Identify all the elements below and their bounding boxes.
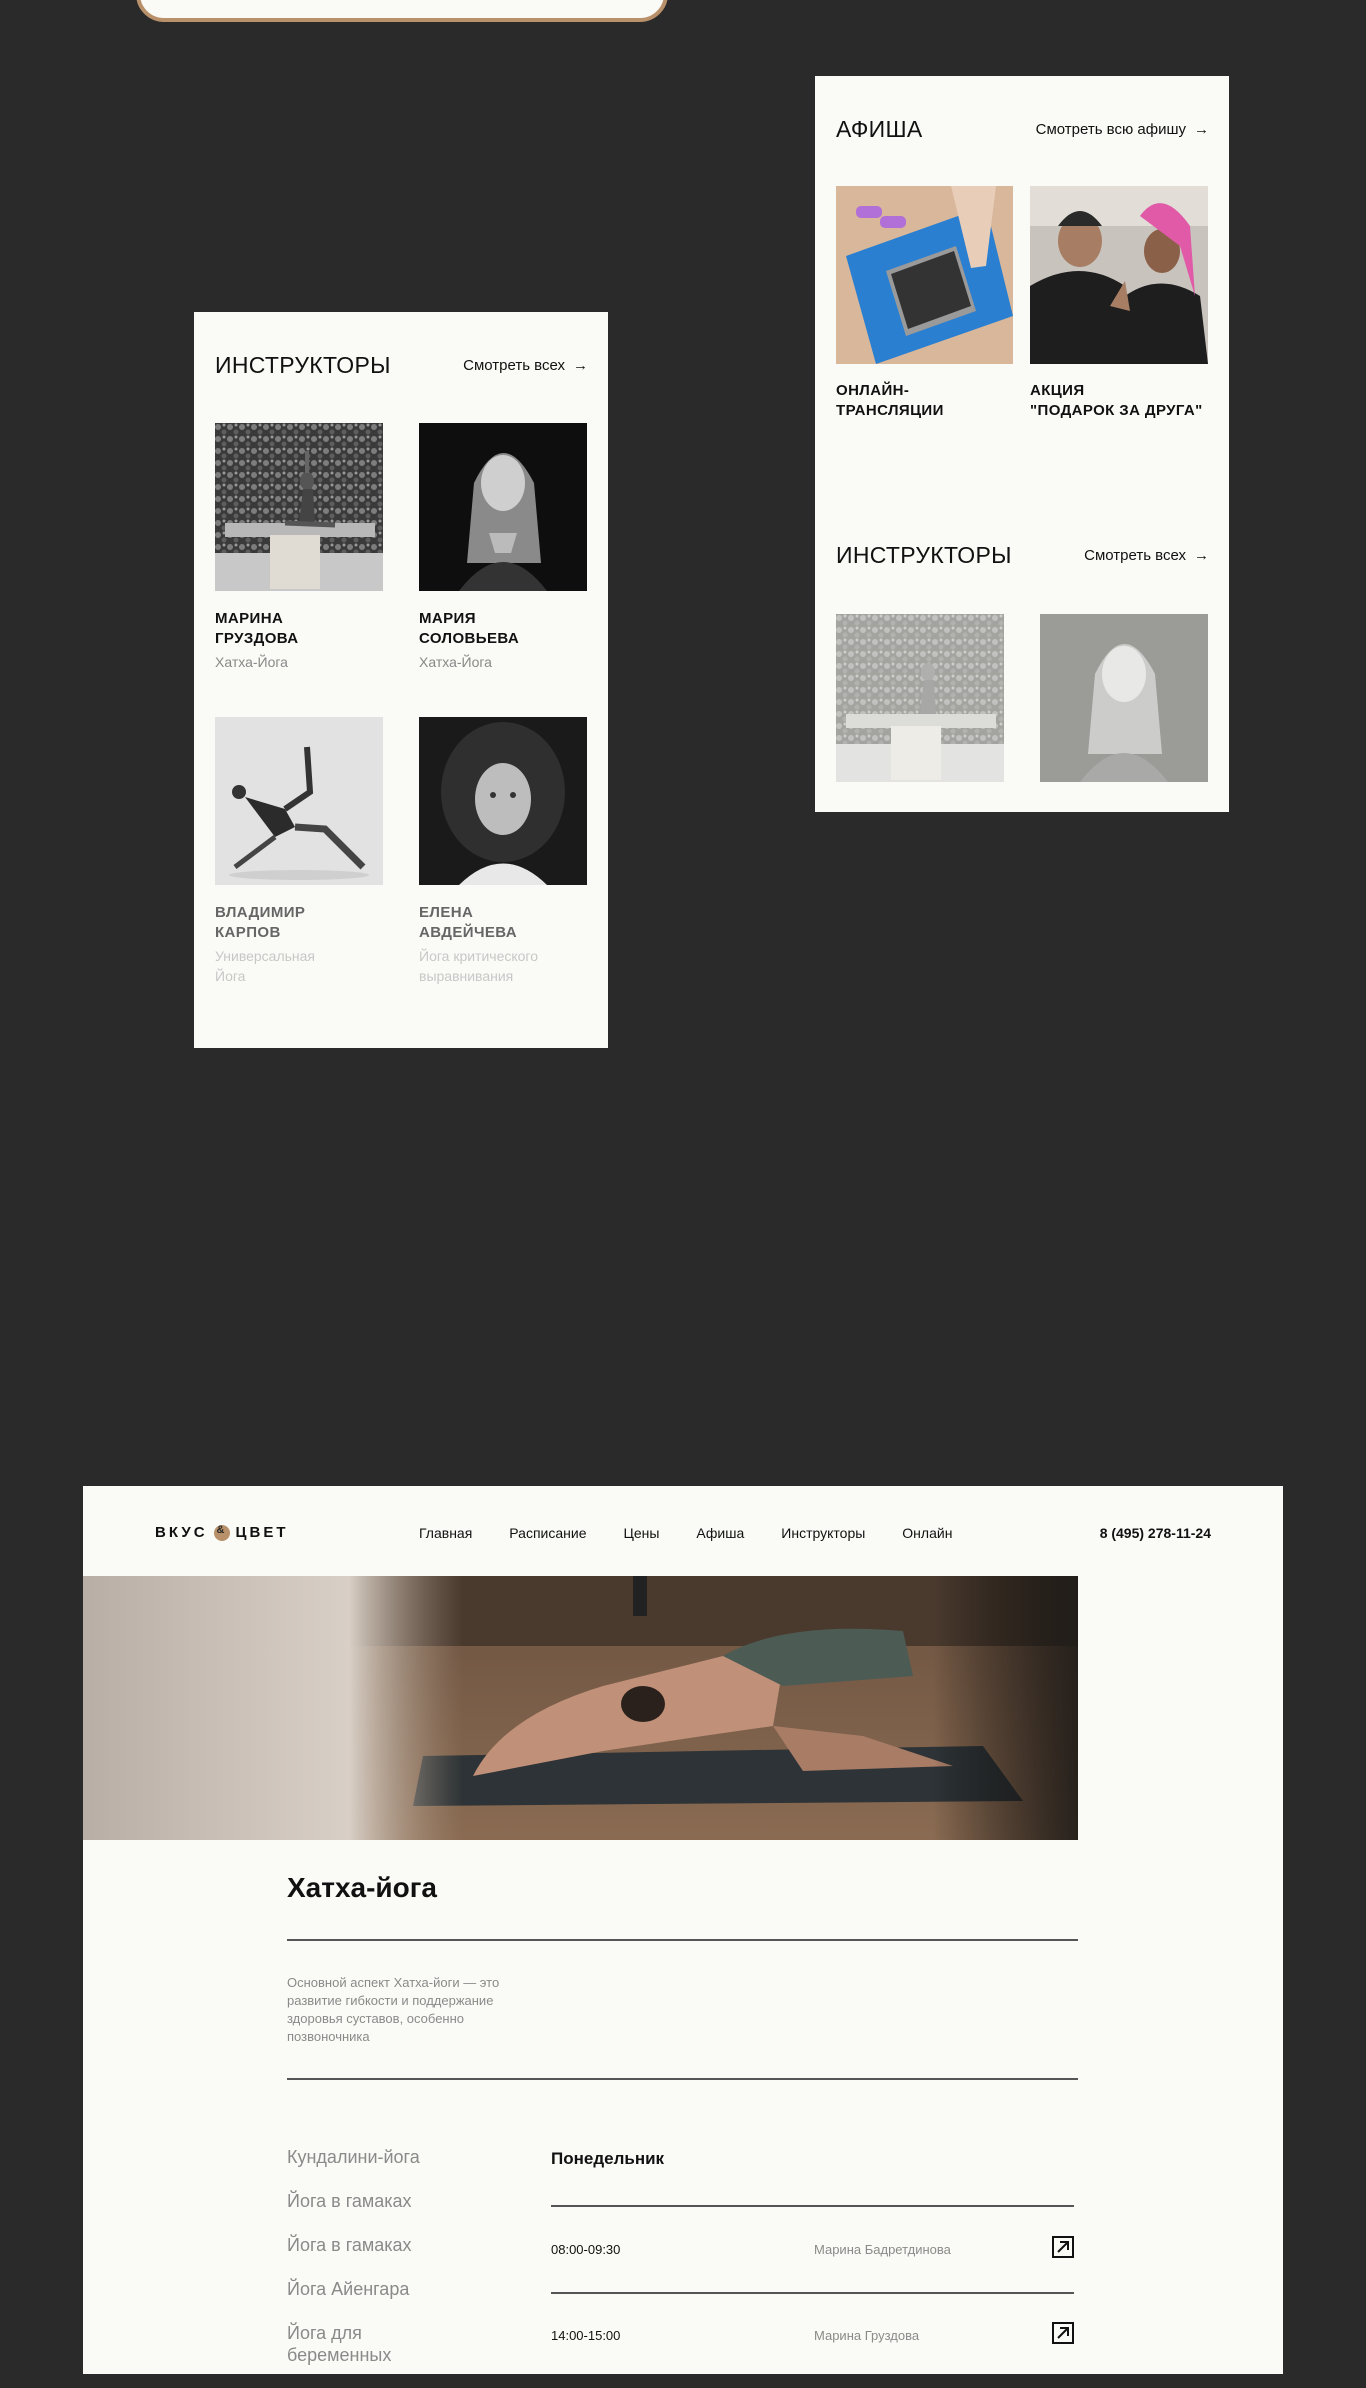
instructor-photo-vladimir[interactable] [215,717,383,885]
divider [287,2078,1078,2080]
top-partial-card [136,0,668,22]
instructor-name-4-line2: АВДЕЙЧЕВА [419,924,518,941]
instructor-name-1-line2: ГРУЗДОВА [215,630,299,647]
instructor-photo-maria[interactable] [419,423,587,591]
instructor-style-2: Хатха-Йога [419,654,492,670]
nav-item-schedule[interactable]: Расписание [509,1525,586,1541]
logo-right-text: ЦВЕТ [235,1524,289,1541]
instructor-name-3: ВЛАДИМИР КАРПОВ [215,903,305,943]
logo-left-text: ВКУС [155,1524,208,1541]
instructor-name-4-line1: ЕЛЕНА [419,904,474,921]
schedule-instructor: Марина Груздова [814,2328,920,2343]
instructors-card: ИНСТРУКТОРЫ Смотреть всех → МАРИНА ГРУЗД… [194,312,608,1048]
see-all-instructors-link[interactable]: Смотреть всех → [463,357,588,374]
arrow-right-icon: → [1194,121,1209,138]
schedule-row: 14:00-15:00 Марина Груздова [551,2322,1074,2352]
event-name-online: ОНЛАЙН- ТРАНСЛЯЦИИ [836,381,944,421]
instructor-style-4-line1: Йога критического [419,948,539,964]
nav-item-online[interactable]: Онлайн [902,1525,952,1541]
instructor-name-2: МАРИЯ СОЛОВЬЕВА [419,609,519,649]
instructor-style-4-line2: выравнивания [419,968,514,984]
instructor-style-3-line2: Йога [215,968,246,984]
see-all-afisha-link[interactable]: Смотреть всю афишу → [1036,121,1209,138]
see-all-instructors-link-2[interactable]: Смотреть всех → [1084,547,1209,564]
instructor-name-1-line1: МАРИНА [215,610,284,627]
nav-item-afisha[interactable]: Афиша [696,1525,744,1541]
phone-number[interactable]: 8 (495) 278-11-24 [1100,1525,1211,1541]
class-title: Хатха-йога [287,1872,437,1903]
afisha-card: АФИША Смотреть всю афишу → ОНЛАЙН- ТРАНС… [815,76,1229,812]
event-name-online-line2: ТРАНСЛЯЦИИ [836,402,944,419]
instructor-name-4: ЕЛЕНА АВДЕЙЧЕВА [419,903,517,943]
arrow-right-icon: → [573,357,588,374]
site-page: ВКУС ЦВЕТ Главная Расписание Цены Афиша … [83,1486,1283,2374]
class-list-item[interactable]: Йога в гамаках [287,2234,420,2256]
schedule-time: 08:00-09:30 [551,2242,621,2257]
logo-ampersand-icon [213,1524,230,1541]
instructor-name-3-line1: ВЛАДИМИР [215,904,306,921]
main-nav: Главная Расписание Цены Афиша Инструктор… [419,1525,952,1541]
event-name-online-line1: ОНЛАЙН- [836,382,910,399]
see-all-afisha-label: Смотреть всю афишу [1035,121,1186,138]
event-name-promo-line1: АКЦИЯ [1030,382,1085,399]
class-list-item[interactable]: Йога в гамаках [287,2190,420,2212]
instructor-name-2-line1: МАРИЯ [419,610,476,627]
see-all-label-2: Смотреть всех [1084,547,1186,564]
instructor-photo-faded-2[interactable] [1040,614,1208,782]
nav-item-home[interactable]: Главная [419,1525,472,1541]
class-description: Основной аспект Хатха-йоги — это развити… [287,1975,500,2044]
instructor-photo-elena[interactable] [419,717,587,885]
site-logo[interactable]: ВКУС ЦВЕТ [155,1524,289,1542]
class-list-item[interactable]: Йога Айенгара [287,2278,420,2300]
class-list-item[interactable]: Йога для беременных [287,2322,407,2366]
schedule-row: 08:00-09:30 Марина Бадретдинова [551,2236,1074,2266]
instructor-name-2-line2: СОЛОВЬЕВА [419,630,520,647]
event-name-promo-line2: "ПОДАРОК ЗА ДРУГА" [1030,402,1203,419]
nav-item-instructors[interactable]: Инструкторы [781,1525,865,1541]
divider [551,2205,1074,2207]
afisha-instructors-header: ИНСТРУКТОРЫ Смотреть всех → [836,542,1209,569]
arrow-up-right-icon[interactable] [1052,2322,1074,2344]
instructor-style-3-line1: Универсальная [215,948,316,964]
afisha-title: АФИША [836,116,923,142]
divider [287,1939,1078,1941]
afisha-header: АФИША Смотреть всю афишу → [836,116,1209,143]
hero-image [83,1576,1078,1840]
instructors-title: ИНСТРУКТОРЫ [215,352,391,378]
class-list-item[interactable]: Кундалини-йога [287,2146,420,2168]
instructor-style-3: Универсальная Йога [215,946,315,986]
event-photo-online[interactable] [836,186,1013,364]
divider [551,2292,1074,2294]
afisha-instructors-title: ИНСТРУКТОРЫ [836,542,1012,568]
instructor-photo-faded-1[interactable] [836,614,1004,782]
instructor-name-3-line2: КАРПОВ [215,924,281,941]
class-list: Кундалини-йога Йога в гамаках Йога в гам… [287,2146,420,2388]
instructors-header: ИНСТРУКТОРЫ Смотреть всех → [215,352,588,379]
nav-item-prices[interactable]: Цены [623,1525,659,1541]
event-photo-promo[interactable] [1030,186,1208,364]
arrow-right-icon: → [1194,547,1209,564]
instructor-photo-marina[interactable] [215,423,383,591]
instructor-style-1: Хатха-Йога [215,654,288,670]
instructor-style-4: Йога критического выравнивания [419,946,538,986]
schedule-day: Понедельник [551,2149,665,2168]
event-name-promo: АКЦИЯ "ПОДАРОК ЗА ДРУГА" [1030,381,1203,421]
arrow-up-right-icon[interactable] [1052,2236,1074,2258]
schedule-instructor: Марина Бадретдинова [814,2242,951,2257]
instructor-name-1: МАРИНА ГРУЗДОВА [215,609,299,649]
see-all-label: Смотреть всех [463,357,565,374]
schedule-time: 14:00-15:00 [551,2328,621,2343]
